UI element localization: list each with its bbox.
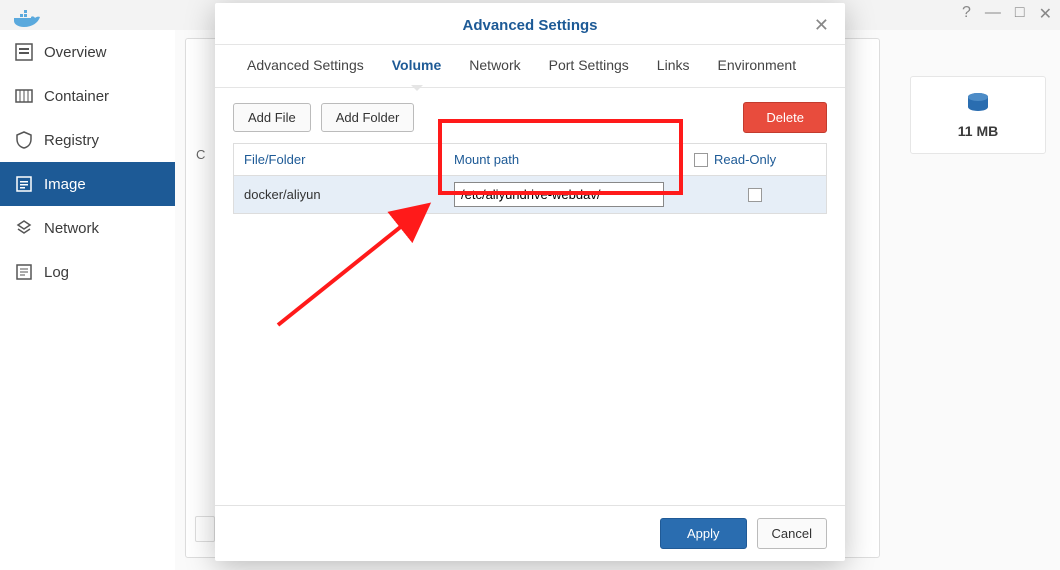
disk-icon <box>965 92 991 119</box>
minimize-icon[interactable]: — <box>985 4 1001 24</box>
container-icon <box>14 86 34 106</box>
modal-tabs: Advanced Settings Volume Network Port Se… <box>215 44 845 88</box>
read-only-header-checkbox[interactable] <box>694 153 708 167</box>
tab-advanced-settings[interactable]: Advanced Settings <box>233 45 378 87</box>
sidebar-item-container[interactable]: Container <box>0 74 175 118</box>
sidebar-item-label: Image <box>44 176 86 193</box>
header-file-folder: File/Folder <box>234 144 444 175</box>
help-icon[interactable]: ? <box>962 4 971 24</box>
read-only-checkbox[interactable] <box>748 188 762 202</box>
cancel-button[interactable]: Cancel <box>757 518 827 549</box>
modal-title: Advanced Settings <box>215 3 845 44</box>
network-icon <box>14 218 34 238</box>
sidebar-item-image[interactable]: Image <box>0 162 175 206</box>
apply-button[interactable]: Apply <box>660 518 747 549</box>
registry-icon <box>14 130 34 150</box>
sidebar-item-overview[interactable]: Overview <box>0 30 175 74</box>
sidebar-item-log[interactable]: Log <box>0 250 175 294</box>
sidebar-item-label: Container <box>44 88 109 105</box>
maximize-icon[interactable]: □ <box>1015 4 1025 24</box>
sidebar-item-label: Log <box>44 264 69 281</box>
image-icon <box>14 174 34 194</box>
overview-icon <box>14 42 34 62</box>
header-read-only: Read-Only <box>684 144 826 175</box>
delete-button[interactable]: Delete <box>743 102 827 133</box>
tab-volume[interactable]: Volume <box>378 45 456 87</box>
tab-network[interactable]: Network <box>455 45 534 87</box>
mount-path-input[interactable] <box>454 182 664 207</box>
cell-file-folder: docker/aliyun <box>234 176 444 213</box>
header-mount-path: Mount path <box>444 144 684 175</box>
sidebar-item-label: Registry <box>44 132 99 149</box>
storage-size: 11 MB <box>958 123 998 139</box>
sidebar-item-label: Overview <box>44 44 107 61</box>
sidebar-item-registry[interactable]: Registry <box>0 118 175 162</box>
tab-links[interactable]: Links <box>643 45 704 87</box>
docker-whale-icon <box>14 6 42 33</box>
add-file-button[interactable]: Add File <box>233 103 311 132</box>
partial-element <box>195 516 215 542</box>
volume-toolbar: Add File Add Folder Delete <box>215 88 845 143</box>
sidebar-item-label: Network <box>44 220 99 237</box>
inner-panel-partial: C <box>186 139 216 170</box>
log-icon <box>14 262 34 282</box>
table-header: File/Folder Mount path Read-Only <box>234 144 826 176</box>
window-controls: ? — □ ✕ <box>962 4 1052 24</box>
volume-table: File/Folder Mount path Read-Only docker/… <box>233 143 827 214</box>
tab-environment[interactable]: Environment <box>703 45 810 87</box>
add-folder-button[interactable]: Add Folder <box>321 103 415 132</box>
modal-footer: Apply Cancel <box>215 505 845 561</box>
sidebar: Overview Container Registry Image Networ… <box>0 30 175 570</box>
close-icon[interactable]: ✕ <box>814 15 829 36</box>
sidebar-item-network[interactable]: Network <box>0 206 175 250</box>
storage-info-card: 11 MB <box>910 76 1046 154</box>
close-window-icon[interactable]: ✕ <box>1039 4 1052 24</box>
table-row[interactable]: docker/aliyun <box>234 176 826 213</box>
tab-port-settings[interactable]: Port Settings <box>535 45 643 87</box>
header-read-only-label: Read-Only <box>714 152 776 167</box>
advanced-settings-modal: Advanced Settings ✕ Advanced Settings Vo… <box>215 3 845 561</box>
